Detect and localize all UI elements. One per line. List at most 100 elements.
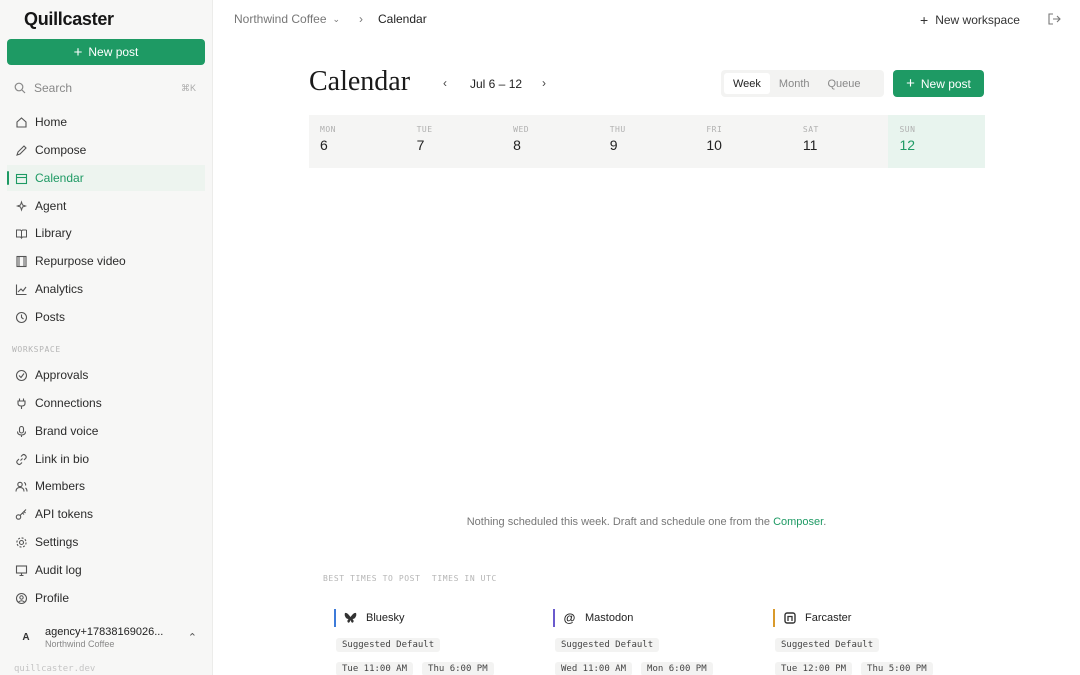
monitor-icon <box>14 563 28 577</box>
time-slot-chip[interactable]: Tue 12:00 PM <box>775 662 853 675</box>
new-workspace-label: New workspace <box>935 13 1020 27</box>
sidebar-item-label: Agent <box>35 199 67 213</box>
time-slot-chip[interactable]: Thu 6:00 PM <box>422 662 494 675</box>
sidebar: Quillcaster + New post Search ⌘K Home Co… <box>0 0 213 675</box>
sidebar-item-label: Repurpose video <box>35 254 126 268</box>
day-date: 11 <box>802 137 818 153</box>
day-column-sat[interactable]: SAT 11 <box>792 115 889 168</box>
page-title: Calendar <box>309 66 411 97</box>
sidebar-item-settings[interactable]: Settings <box>7 529 205 555</box>
empty-state-text: Nothing scheduled this week. Draft and s… <box>466 516 774 528</box>
day-date: 12 <box>899 137 916 153</box>
sidebar-item-compose[interactable]: Compose <box>7 137 205 163</box>
day-name: FRI <box>706 125 723 134</box>
sidebar-item-approvals[interactable]: Approvals <box>7 362 205 388</box>
gear-icon <box>14 535 28 549</box>
network-name: Bluesky <box>366 612 405 624</box>
tab-week[interactable]: Week <box>724 73 770 94</box>
chevron-up-icon: ⌃ <box>187 631 197 644</box>
day-date: 10 <box>706 137 722 153</box>
breadcrumb-chevron-icon: › <box>359 12 363 26</box>
sidebar-item-brand-voice[interactable]: Brand voice <box>7 418 205 444</box>
sidebar-item-label: Profile <box>35 591 70 605</box>
tab-queue[interactable]: Queue <box>819 73 870 94</box>
sidebar-item-label: Settings <box>35 535 79 549</box>
sidebar-item-agent[interactable]: Agent <box>7 193 205 219</box>
day-name: SUN <box>899 125 916 134</box>
home-icon <box>14 115 28 129</box>
book-icon <box>14 226 28 240</box>
best-times-label: BEST TIMES TO POST TIMES IN UTC <box>323 574 497 583</box>
day-date: 9 <box>609 137 618 153</box>
day-date: 7 <box>416 137 425 153</box>
network-card-bluesky: Bluesky Suggested Default Tue 11:00 AM T… <box>334 609 534 675</box>
day-name: TUE <box>416 125 433 134</box>
farcaster-icon <box>783 612 796 625</box>
time-slot-chip[interactable]: Thu 5:00 PM <box>861 662 933 675</box>
sidebar-item-label: Home <box>35 115 68 129</box>
logout-icon[interactable] <box>1047 12 1061 26</box>
composer-link[interactable]: Composer <box>773 516 823 528</box>
day-name: THU <box>609 125 626 134</box>
sidebar-item-connections[interactable]: Connections <box>7 390 205 416</box>
tab-month[interactable]: Month <box>770 73 819 94</box>
date-range: Jul 6 – 12 <box>470 77 523 91</box>
sidebar-item-label: Approvals <box>35 368 89 382</box>
sidebar-item-analytics[interactable]: Analytics <box>7 276 205 302</box>
time-slot-chip[interactable]: Mon 6:00 PM <box>641 662 713 675</box>
account-workspace: Northwind Coffee <box>45 638 115 649</box>
network-header: Bluesky <box>334 609 534 627</box>
plus-icon: + <box>73 43 83 61</box>
sidebar-item-calendar[interactable]: Calendar <box>7 165 205 191</box>
calendar-icon <box>14 171 28 185</box>
search-shortcut: ⌘K <box>180 82 196 93</box>
new-workspace-button[interactable]: + New workspace <box>920 12 1020 28</box>
time-slot-chip[interactable]: Tue 11:00 AM <box>336 662 414 675</box>
day-name: MON <box>320 125 336 134</box>
chart-icon <box>14 282 28 296</box>
sidebar-item-link-in-bio[interactable]: Link in bio <box>7 446 205 472</box>
breadcrumb-workspace[interactable]: Northwind Coffee ⌄ <box>234 12 340 26</box>
day-column-sun[interactable]: SUN 12 <box>888 115 986 168</box>
day-column-fri[interactable]: FRI 10 <box>695 115 792 168</box>
suggested-chip: Suggested Default <box>336 638 441 652</box>
search-icon <box>14 82 26 94</box>
sidebar-item-audit-log[interactable]: Audit log <box>7 557 205 583</box>
day-column-wed[interactable]: WED 8 <box>502 115 599 168</box>
next-week-button[interactable]: › <box>537 75 551 91</box>
app-logo[interactable]: Quillcaster <box>24 9 114 30</box>
day-column-tue[interactable]: TUE 7 <box>406 115 503 168</box>
sidebar-item-label: Calendar <box>35 171 84 185</box>
sidebar-item-label: Brand voice <box>35 424 99 438</box>
day-column-mon[interactable]: MON 6 <box>309 115 406 168</box>
new-post-button[interactable]: + New post <box>893 70 984 97</box>
sidebar-item-members[interactable]: Members <box>7 473 205 499</box>
sidebar-item-profile[interactable]: Profile <box>7 585 205 611</box>
search-input[interactable]: Search ⌘K <box>14 80 196 96</box>
sidebar-item-home[interactable]: Home <box>7 109 205 135</box>
user-circle-icon <box>14 591 28 605</box>
chevron-left-icon: ‹ <box>443 76 447 90</box>
workspace-section-label: WORKSPACE <box>12 345 61 354</box>
time-slot-chip[interactable]: Wed 11:00 AM <box>555 662 633 675</box>
day-column-thu[interactable]: THU 9 <box>599 115 696 168</box>
sidebar-item-posts[interactable]: Posts <box>7 304 205 330</box>
sidebar-item-repurpose-video[interactable]: Repurpose video <box>7 248 205 274</box>
account-switcher[interactable]: A agency+17838169026... Northwind Coffee… <box>7 619 205 655</box>
previous-week-button[interactable]: ‹ <box>438 75 452 91</box>
footer-brand: quillcaster.dev <box>14 664 96 674</box>
sidebar-item-library[interactable]: Library <box>7 220 205 246</box>
sidebar-new-post-button[interactable]: + New post <box>7 39 205 65</box>
mic-icon <box>14 424 28 438</box>
link-icon <box>14 452 28 466</box>
sidebar-item-label: Connections <box>35 396 102 410</box>
plug-icon <box>14 396 28 410</box>
network-name: Farcaster <box>805 612 852 624</box>
at-icon: @ <box>563 611 576 625</box>
network-header: @ Mastodon <box>553 609 753 627</box>
butterfly-icon <box>344 612 357 625</box>
sidebar-item-label: Audit log <box>35 563 82 577</box>
best-times-title: BEST TIMES TO POST <box>323 574 421 583</box>
plus-icon: + <box>920 12 929 28</box>
breadcrumb-page: Calendar <box>378 12 427 26</box>
